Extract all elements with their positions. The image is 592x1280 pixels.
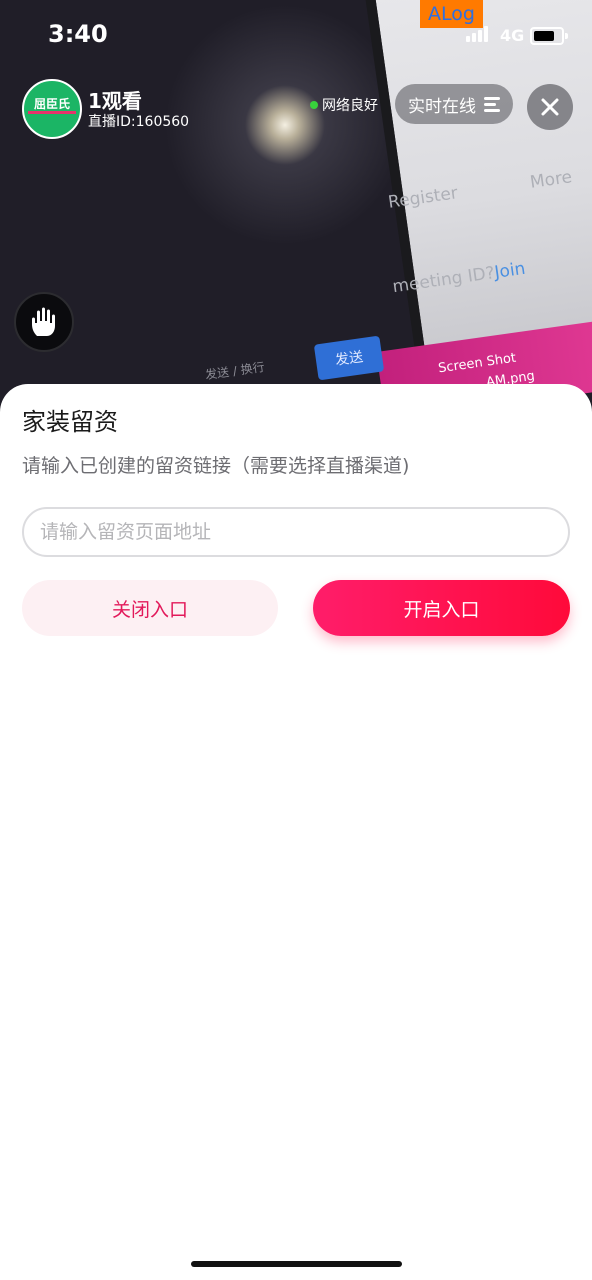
battery-icon: [530, 27, 568, 45]
network-type: 4G: [500, 26, 525, 45]
alog-debug-button[interactable]: ALog: [420, 0, 483, 28]
status-bar: 3:40 ALog 4G: [0, 0, 592, 70]
viewer-count: 1观看: [88, 89, 142, 113]
background-send-chip: 发送: [313, 335, 385, 381]
home-indicator[interactable]: [191, 1261, 402, 1267]
network-status: 网络良好: [310, 95, 378, 115]
monitor-join-text: Join: [493, 258, 527, 283]
realtime-online-label: 实时在线: [408, 96, 476, 117]
avatar-brand-text: 屈臣氏: [33, 97, 70, 111]
sheet-title: 家装留资: [22, 408, 118, 436]
close-live-button[interactable]: [527, 84, 573, 130]
background-keyboard-hint: 发送 / 换行: [204, 359, 266, 383]
open-entry-button[interactable]: 开启入口: [313, 580, 570, 636]
close-icon: [541, 98, 559, 116]
close-entry-button[interactable]: 关闭入口: [22, 580, 278, 636]
raise-hand-button[interactable]: [14, 292, 74, 352]
lead-page-url-input[interactable]: [22, 507, 570, 557]
status-time: 3:40: [48, 20, 108, 48]
menu-lines-icon: [484, 96, 500, 112]
live-id: 直播ID:160560: [88, 114, 190, 130]
sheet-description: 请输入已创建的留资链接（需要选择直播渠道): [22, 455, 410, 477]
signal-icon: [466, 26, 488, 42]
lead-capture-sheet: 家装留资 请输入已创建的留资链接（需要选择直播渠道) 关闭入口 开启入口: [0, 384, 592, 1280]
network-status-dot-icon: [310, 101, 318, 109]
network-status-label: 网络良好: [322, 98, 378, 114]
raise-hand-icon: [32, 307, 55, 336]
realtime-online-button[interactable]: 实时在线: [395, 84, 513, 124]
host-avatar[interactable]: 屈臣氏: [22, 79, 82, 139]
